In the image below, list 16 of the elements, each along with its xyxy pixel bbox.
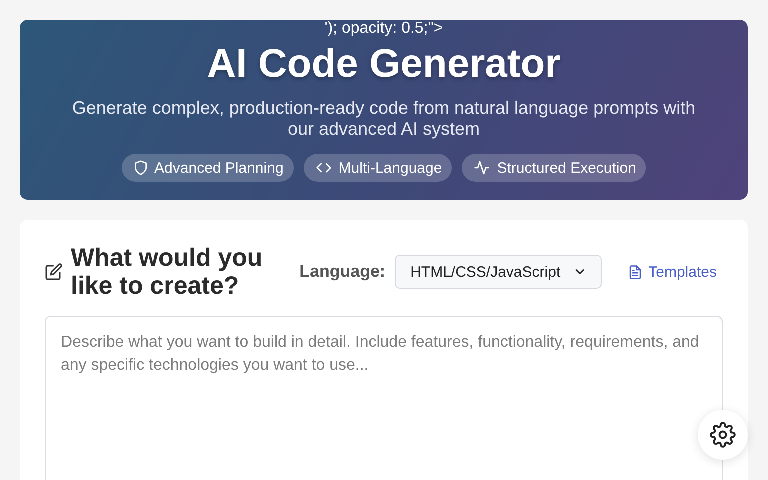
feature-badge: Structured Execution — [462, 154, 646, 182]
feature-badge: Advanced Planning — [122, 154, 294, 182]
activity-icon — [473, 160, 492, 176]
edit-icon — [45, 263, 63, 281]
document-icon — [628, 264, 643, 280]
shield-icon — [132, 160, 149, 176]
stray-text: '); opacity: 0.5;"> — [324, 20, 444, 38]
prompt-heading: What would you like to create? — [71, 244, 264, 300]
templates-link[interactable]: Templates — [622, 260, 723, 284]
settings-icon — [710, 422, 736, 448]
app-title: AI Code Generator — [207, 41, 561, 88]
feature-badge: Multi-Language — [304, 154, 452, 182]
prompt-field[interactable]: Describe what you want to build in detail. Include features, functionality, requirements, and any specific technologies you want to use... — [45, 316, 723, 480]
language-label: Language: — [300, 262, 386, 282]
language-select[interactable]: HTML/CSS/JavaScript — [394, 255, 602, 289]
app-subtitle: Generate complex, production-ready code from natural language prompts with our advanced AI system — [71, 98, 697, 140]
